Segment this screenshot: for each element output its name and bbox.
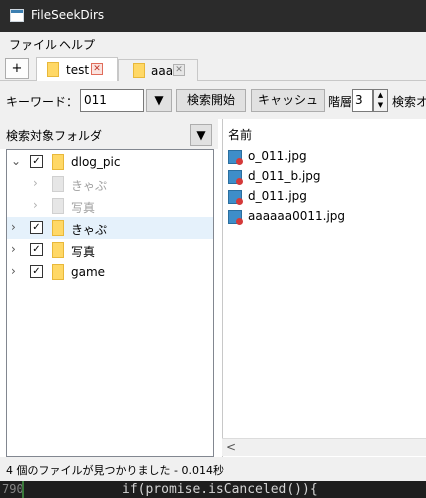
image-file-icon — [228, 190, 243, 205]
keyword-dropdown-button[interactable]: ▼ — [146, 89, 172, 112]
app-icon — [10, 9, 24, 22]
file-name: d_011.jpg — [248, 189, 307, 203]
chevron-right-icon[interactable]: › — [33, 199, 43, 211]
folder-icon — [52, 264, 64, 280]
checkbox[interactable]: ✓ — [30, 265, 43, 278]
tree-item-label: きゃぷ — [71, 179, 108, 193]
chevron-down-icon[interactable]: ⌄ — [11, 155, 21, 167]
file-name: aaaaaa0011.jpg — [248, 209, 346, 223]
chevron-right-icon[interactable]: › — [33, 177, 43, 189]
status-text: 4 個のファイルが見つかりました - 0.014秒 — [6, 464, 224, 477]
window-title: FileSeekDirs — [31, 8, 105, 22]
line-number: 790 — [2, 482, 24, 496]
depth-input[interactable]: 3 — [352, 89, 373, 112]
chevron-up-icon[interactable]: ▲ — [374, 90, 387, 100]
folder-dropdown-button[interactable]: ▼ — [190, 124, 212, 146]
keyword-input[interactable]: 011 — [80, 89, 144, 112]
image-file-icon — [228, 170, 243, 185]
tab-label: test — [66, 63, 90, 77]
horizontal-scrollbar[interactable] — [222, 438, 426, 456]
folder-icon — [52, 154, 64, 170]
file-name: d_011_b.jpg — [248, 169, 321, 183]
depth-label: 階層 — [328, 95, 353, 109]
close-icon[interactable]: ✕ — [173, 64, 185, 76]
tree-item-label: 写真 — [71, 245, 96, 259]
add-tab-button[interactable]: + — [5, 58, 29, 79]
chevron-right-icon[interactable]: › — [11, 265, 21, 277]
chevron-right-icon[interactable]: › — [11, 243, 21, 255]
menu-help[interactable]: ヘルプ — [59, 36, 95, 53]
tree-item-game[interactable]: › ✓ game — [7, 261, 213, 283]
file-name: o_011.jpg — [248, 149, 307, 163]
folder-icon — [133, 63, 145, 78]
tree-item-label: 写真 — [71, 201, 96, 215]
cache-button[interactable]: キャッシュ — [251, 89, 325, 112]
tab-label: aaa — [151, 64, 174, 78]
code-line: if(promise.isCanceled()){ — [122, 482, 318, 497]
tab-test[interactable]: test ✕ — [36, 57, 118, 81]
folder-icon — [52, 198, 64, 214]
tree-item-label: きゃぷ — [71, 223, 108, 237]
folder-icon — [52, 242, 64, 258]
tree-item-kyapu[interactable]: › ✓ きゃぷ — [7, 217, 213, 239]
checkbox[interactable]: ✓ — [30, 221, 43, 234]
depth-spinner[interactable]: ▲ ▼ — [373, 89, 388, 112]
tree-item-photos-sub[interactable]: › 写真 — [7, 195, 213, 217]
folder-icon — [52, 176, 64, 192]
search-start-button[interactable]: 検索開始 — [176, 89, 246, 112]
gutter-marker — [22, 481, 24, 498]
close-icon[interactable]: ✕ — [91, 63, 103, 75]
image-file-icon — [228, 150, 243, 165]
chevron-down-icon[interactable]: ▼ — [374, 100, 387, 110]
folder-icon — [47, 62, 59, 77]
name-column-header[interactable]: 名前 — [228, 126, 252, 143]
keyword-label: キーワード： — [6, 95, 79, 109]
chevron-right-icon[interactable]: › — [11, 221, 21, 233]
checkbox[interactable]: ✓ — [30, 243, 43, 256]
tree-item-dlog-pic[interactable]: ⌄ ✓ dlog_pic — [7, 151, 213, 173]
folder-tree: ⌄ ✓ dlog_pic › きゃぷ › 写真 › ✓ きゃぷ › ✓ 写真 ›… — [6, 149, 214, 457]
scroll-left-arrow-icon[interactable]: < — [226, 440, 236, 454]
checkbox[interactable]: ✓ — [30, 155, 43, 168]
tree-item-photos[interactable]: › ✓ 写真 — [7, 239, 213, 261]
folder-icon — [52, 220, 64, 236]
search-options-label: 検索オ — [392, 95, 426, 109]
tree-item-label: dlog_pic — [71, 155, 121, 169]
tab-aaa[interactable]: aaa ✕ — [118, 59, 198, 81]
folder-panel-title: 検索対象フォルダ — [6, 129, 103, 143]
tree-item-label: game — [71, 265, 106, 279]
image-file-icon — [228, 210, 243, 225]
tree-item-kyapu-sub[interactable]: › きゃぷ — [7, 173, 213, 195]
menu-file[interactable]: ファイル — [9, 36, 57, 53]
